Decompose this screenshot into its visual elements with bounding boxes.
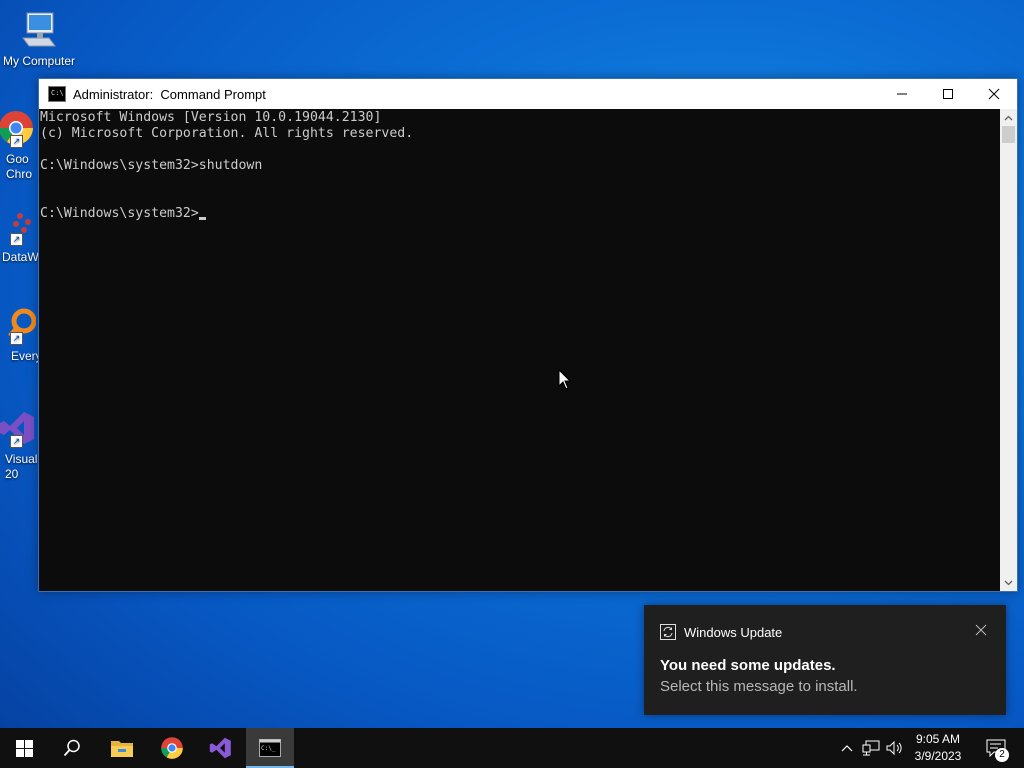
vertical-scrollbar[interactable]	[1000, 109, 1017, 591]
mouse-pointer-icon	[558, 369, 572, 390]
chrome-icon: ↗	[0, 108, 36, 148]
search-icon	[63, 739, 80, 757]
console-line: C:\Windows\system32>shutdown	[40, 158, 263, 173]
svg-text:C:\_: C:\_	[261, 745, 276, 752]
desktop-icon-my-computer[interactable]: My Computer	[1, 10, 77, 69]
network-button[interactable]	[860, 728, 882, 768]
minimize-icon	[897, 93, 907, 95]
everything-search-icon: ↗	[0, 305, 37, 345]
clock-date: 3/9/2023	[914, 749, 962, 763]
maximize-icon	[943, 89, 953, 99]
console-prompt-line[interactable]: C:\Windows\system32>	[40, 206, 1000, 222]
console-prompt: C:\Windows\system32>	[40, 206, 199, 221]
start-button[interactable]	[0, 728, 48, 768]
datawarrior-icon: ↗	[0, 206, 36, 246]
notification-app-name: Windows Update	[684, 624, 783, 640]
console-line: Microsoft Windows [Version 10.0.19044.21…	[40, 110, 382, 125]
volume-icon	[886, 740, 902, 756]
close-icon	[988, 88, 1000, 100]
close-icon	[975, 624, 987, 636]
shortcut-arrow-icon: ↗	[10, 233, 23, 246]
notification-close-button[interactable]	[974, 623, 988, 637]
window-title: Administrator: Command Prompt	[73, 86, 266, 102]
computer-icon	[19, 10, 59, 50]
clock[interactable]: 9:05 AM 3/9/2023	[908, 731, 968, 765]
search-button[interactable]	[48, 728, 96, 768]
scroll-up-button[interactable]	[1000, 109, 1017, 126]
chrome-icon	[161, 737, 183, 759]
windows-update-icon	[660, 624, 676, 640]
clock-time: 9:05 AM	[915, 732, 961, 746]
taskbar-command-prompt[interactable]: C:\_	[246, 728, 294, 768]
network-icon	[862, 740, 880, 756]
command-prompt-icon: C:\	[48, 86, 66, 102]
command-prompt-window[interactable]: C:\ Administrator: Command Prompt Micros…	[38, 78, 1018, 592]
scroll-down-button[interactable]	[1000, 574, 1017, 591]
volume-button[interactable]	[884, 728, 906, 768]
notification-count-badge: 2	[995, 748, 1009, 762]
chevron-up-icon	[841, 745, 853, 752]
notification-body: Select this message to install.	[660, 678, 858, 695]
desktop-icon-label: My Computer	[2, 54, 76, 68]
title-bar[interactable]: C:\ Administrator: Command Prompt	[39, 79, 1017, 109]
chevron-up-icon	[1004, 115, 1013, 120]
console-output[interactable]: Microsoft Windows [Version 10.0.19044.21…	[39, 109, 1000, 591]
text-cursor	[198, 217, 206, 220]
windows-update-notification[interactable]: Windows Update You need some updates. Se…	[644, 605, 1006, 715]
chevron-down-icon	[1004, 580, 1013, 585]
shortcut-arrow-icon: ↗	[10, 435, 23, 448]
file-explorer-icon	[111, 741, 133, 757]
show-hidden-icons-button[interactable]	[838, 728, 856, 768]
taskbar-chrome[interactable]	[148, 728, 196, 768]
visual-studio-icon: ↗	[0, 408, 36, 448]
notification-heading: You need some updates.	[660, 657, 836, 674]
action-center-button[interactable]: 2	[978, 728, 1014, 768]
command-prompt-icon: C:\_	[259, 739, 281, 757]
taskbar-visual-studio[interactable]	[196, 728, 244, 768]
start-icon	[15, 739, 33, 757]
visual-studio-icon	[209, 737, 231, 759]
shortcut-arrow-icon: ↗	[10, 332, 23, 345]
console-line: (c) Microsoft Corporation. All rights re…	[40, 126, 414, 141]
taskbar-file-explorer[interactable]	[98, 728, 146, 768]
shortcut-arrow-icon: ↗	[10, 135, 23, 148]
minimize-button[interactable]	[879, 79, 925, 109]
close-button[interactable]	[971, 79, 1017, 109]
maximize-button[interactable]	[925, 79, 971, 109]
taskbar: C:\_ 9:05 AM 3/9/2023 2	[0, 728, 1024, 768]
scroll-thumb[interactable]	[1002, 126, 1015, 143]
